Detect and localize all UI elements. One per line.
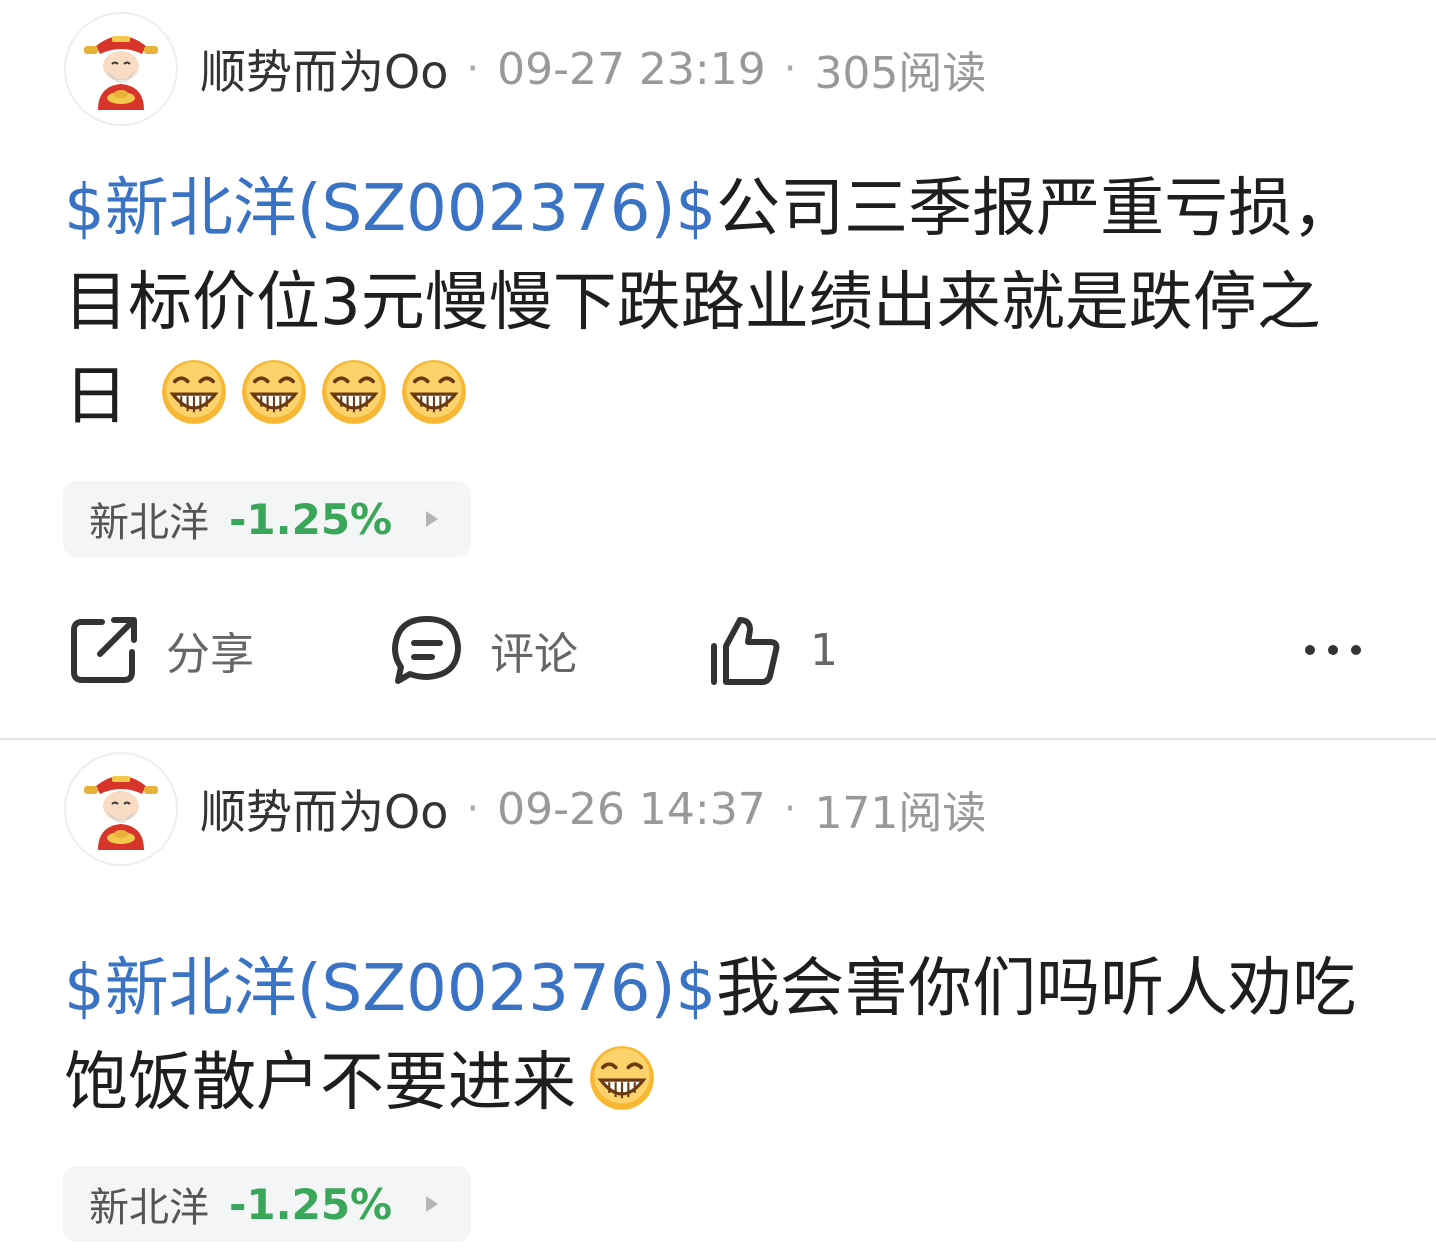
avatar[interactable] [64, 752, 178, 866]
like-button[interactable]: 1 [706, 608, 838, 692]
post-content[interactable]: $新北洋(SZ002376)$公司三季报严重亏损，目标价位3元慢慢下跌路业绩出来… [64, 162, 1364, 444]
like-count: 1 [810, 624, 838, 676]
grin-emoji-icon [402, 360, 467, 424]
god-of-wealth-icon [84, 776, 158, 850]
post-header: 顺势而为Oo · 09-27 23:19 · 305阅读 [64, 10, 986, 128]
stock-name: 新北洋 [89, 1185, 209, 1231]
thumbs-up-icon [711, 617, 780, 685]
more-button[interactable] [1302, 608, 1364, 692]
separator-dot: · [466, 46, 480, 92]
god-of-wealth-icon [84, 36, 158, 110]
author-name[interactable]: 顺势而为Oo [200, 36, 448, 102]
separator-dot: · [783, 46, 797, 92]
post-time: 09-26 14:37 [497, 783, 766, 835]
separator-dot: · [466, 786, 480, 832]
grin-emoji-icon [322, 360, 387, 424]
post-content[interactable]: $新北洋(SZ002376)$我会害你们吗听人劝吃饱饭散户不要进来 [64, 942, 1364, 1130]
stock-change: -1.25% [229, 494, 393, 544]
stock-name: 新北洋 [89, 500, 209, 546]
grin-emoji-icon [162, 360, 227, 424]
play-arrow-icon [426, 511, 439, 527]
post-card[interactable]: 顺势而为Oo · 09-26 14:37 · 171阅读 $新北洋(SZ0023… [0, 740, 1436, 1260]
read-count: 305阅读 [814, 48, 987, 99]
post-meta: 顺势而为Oo · 09-27 23:19 · 305阅读 [200, 36, 986, 102]
post-time: 09-27 23:19 [497, 43, 766, 95]
action-bar: 分享 评论 1 [0, 608, 1436, 692]
stock-tag-link[interactable]: $新北洋(SZ002376)$ [64, 952, 716, 1026]
stock-tag-link[interactable]: $新北洋(SZ002376)$ [64, 172, 716, 246]
share-icon [71, 617, 137, 683]
separator-dot: · [783, 786, 797, 832]
emoji-group [128, 360, 468, 434]
post-meta: 顺势而为Oo · 09-26 14:37 · 171阅读 [200, 776, 986, 842]
stock-quote-chip[interactable]: 新北洋 -1.25% [63, 1166, 471, 1242]
post-card[interactable]: 顺势而为Oo · 09-27 23:19 · 305阅读 $新北洋(SZ0023… [0, 0, 1436, 740]
share-label: 分享 [166, 629, 254, 680]
more-icon [1305, 645, 1361, 655]
share-button[interactable]: 分享 [68, 608, 254, 692]
grin-emoji-icon [590, 1046, 654, 1110]
stock-change: -1.25% [229, 1179, 393, 1229]
read-count: 171阅读 [814, 788, 987, 839]
comment-button[interactable]: 评论 [390, 608, 578, 692]
comment-icon [392, 616, 461, 684]
avatar[interactable] [64, 12, 178, 126]
stock-quote-chip[interactable]: 新北洋 -1.25% [63, 481, 471, 557]
author-name[interactable]: 顺势而为Oo [200, 776, 448, 842]
grin-emoji-icon [242, 360, 307, 424]
post-header: 顺势而为Oo · 09-26 14:37 · 171阅读 [64, 750, 986, 868]
play-arrow-icon [426, 1196, 439, 1212]
comment-label: 评论 [490, 629, 578, 680]
